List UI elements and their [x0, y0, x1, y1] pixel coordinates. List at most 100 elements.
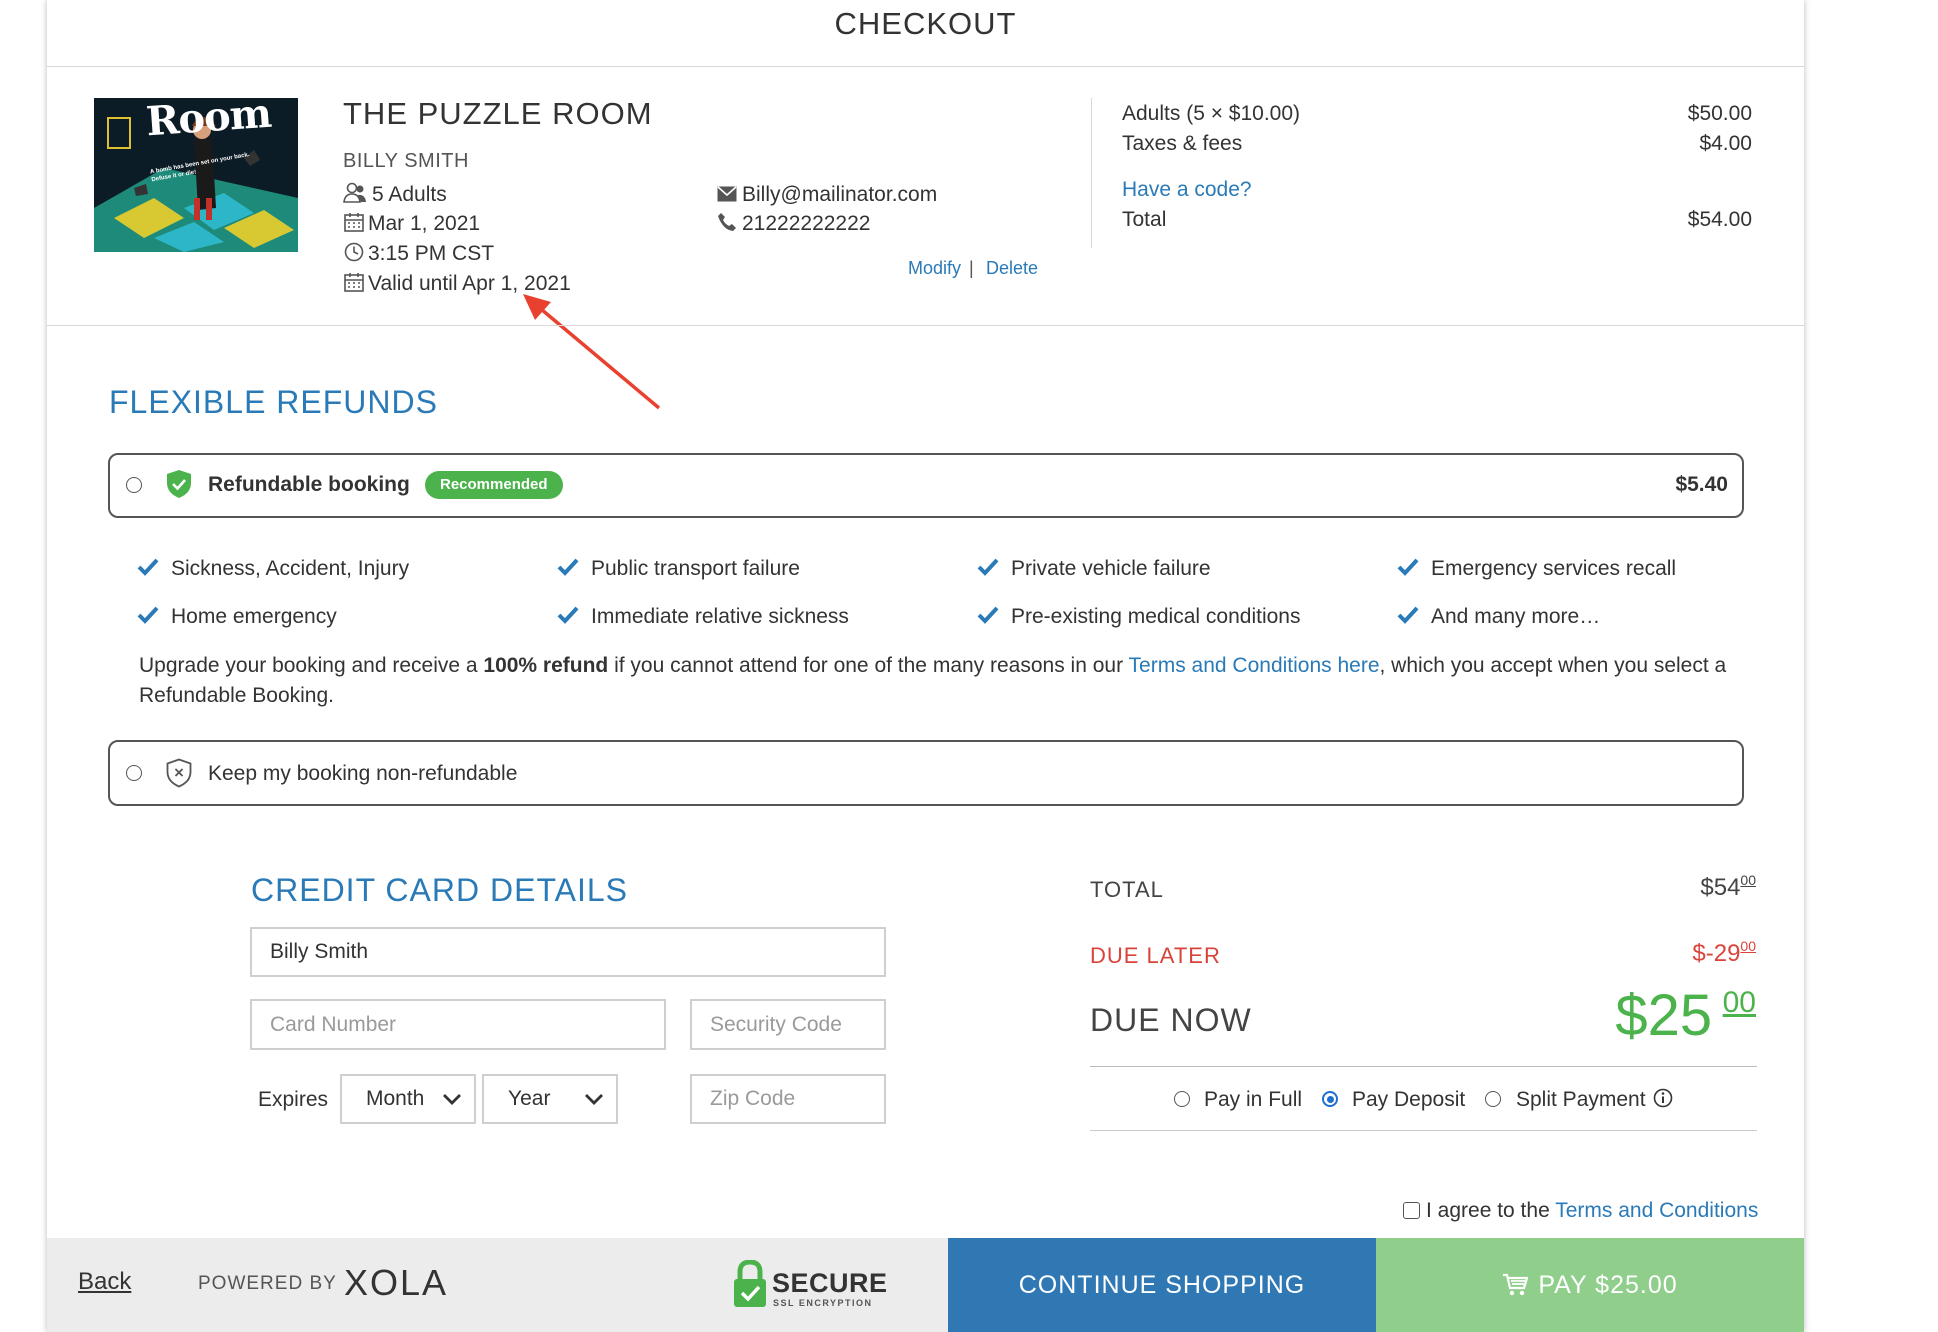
check-icon [1397, 606, 1419, 624]
feature-item: Pre-existing medical conditions [1011, 605, 1301, 628]
nonrefundable-radio[interactable] [126, 765, 142, 781]
customer-email: Billy@mailinator.com [742, 183, 938, 206]
agree-checkbox[interactable] [1403, 1202, 1420, 1219]
chevron-down-icon [443, 1094, 461, 1105]
checkout-footer: Back POWERED BY XOLA SECURE SSL ENCRYPTI… [47, 1238, 1804, 1332]
pay-full-radio[interactable] [1174, 1091, 1190, 1107]
pay-button[interactable]: PAY $25.00 [1376, 1238, 1804, 1332]
security-code-input[interactable] [690, 999, 886, 1050]
payment-options-divider [1090, 1130, 1757, 1131]
guest-count: 5 Adults [372, 183, 447, 206]
calendar-valid-icon [344, 272, 364, 292]
link-separator: | [969, 258, 974, 278]
check-icon [557, 606, 579, 624]
refundable-option[interactable]: Refundable booking Recommended $5.40 [108, 453, 1744, 518]
agree-text: I agree to the Terms and Conditions [1426, 1199, 1758, 1223]
refund-desc-part3: , which you accept when you select a [1379, 654, 1727, 677]
check-icon [557, 558, 579, 576]
total-amount: $5400 [1700, 872, 1756, 902]
experience-image: Room A bomb has been set on your back. D… [94, 98, 298, 252]
year-select-value: Year [508, 1087, 551, 1110]
powered-by-label: POWERED BY [198, 1273, 337, 1294]
refund-desc-part1: Upgrade your booking and receive a [139, 654, 484, 677]
feature-item: Immediate relative sickness [591, 605, 849, 628]
summary-total-label: Total [1122, 208, 1167, 231]
refund-description: Upgrade your booking and receive a 100% … [139, 651, 1759, 711]
card-number-input[interactable] [250, 999, 666, 1050]
due-now-cents: 00 [1722, 986, 1756, 1019]
customer-name: BILLY SMITH [343, 150, 469, 172]
calendar-icon [344, 212, 364, 232]
refundable-label: Refundable booking [208, 473, 410, 496]
year-select[interactable]: Year [482, 1074, 618, 1124]
month-select-value: Month [366, 1087, 425, 1110]
due-later-main: $-29 [1692, 940, 1741, 967]
pay-full-label[interactable]: Pay in Full [1204, 1088, 1302, 1112]
refundable-radio[interactable] [126, 477, 142, 493]
feature-item: Private vehicle failure [1011, 557, 1211, 580]
phone-icon [717, 212, 737, 232]
experience-title: THE PUZZLE ROOM [343, 96, 653, 131]
booking-time: 3:15 PM CST [368, 242, 495, 265]
refund-desc-part2: if you cannot attend for one of the many… [608, 654, 1129, 677]
due-now-label: DUE NOW [1090, 1002, 1252, 1038]
refundable-price: $5.40 [1675, 473, 1728, 496]
total-amount-cents: 00 [1740, 872, 1756, 888]
continue-shopping-button[interactable]: CONTINUE SHOPPING [948, 1238, 1376, 1332]
refund-desc-bold: 100% refund [483, 654, 609, 677]
check-icon [137, 606, 159, 624]
check-icon [977, 558, 999, 576]
shield-x-icon [166, 758, 192, 788]
annotation-arrow [523, 294, 661, 410]
due-later-amount: $-2900 [1692, 938, 1756, 968]
refund-terms-link[interactable]: Terms and Conditions here [1129, 654, 1380, 677]
summary-taxes-value: $4.00 [1699, 132, 1752, 155]
booking-date: Mar 1, 2021 [368, 212, 481, 235]
users-icon [343, 182, 367, 204]
due-later-cents: 00 [1740, 938, 1756, 954]
secure-subtitle: SSL ENCRYPTION [773, 1298, 873, 1308]
recommended-badge: Recommended [425, 471, 563, 499]
split-payment-label[interactable]: Split Payment [1516, 1088, 1646, 1112]
zip-code-input[interactable] [690, 1074, 886, 1124]
agree-prefix: I agree to the [1426, 1199, 1556, 1222]
xola-logo: XOLA [344, 1262, 449, 1303]
cart-icon [1502, 1273, 1529, 1297]
nonrefundable-label: Keep my booking non-refundable [208, 762, 518, 785]
delete-link[interactable]: Delete [986, 258, 1038, 279]
feature-item: And many more… [1431, 605, 1601, 628]
due-now-main: $25 [1615, 983, 1713, 1048]
page-title: CHECKOUT [834, 6, 1017, 41]
check-icon [1397, 558, 1419, 576]
checkout-panel: CHECKOUT Room A bomb has been set on you… [47, 0, 1804, 1332]
month-select[interactable]: Month [340, 1074, 476, 1124]
have-code-link[interactable]: Have a code? [1122, 178, 1252, 202]
email-icon [717, 186, 737, 202]
info-icon[interactable] [1653, 1088, 1673, 1108]
total-label: TOTAL [1090, 877, 1164, 902]
due-now-amount: $25 00 [1615, 982, 1756, 1049]
cardholder-name-input[interactable] [250, 927, 886, 977]
nonrefundable-option[interactable]: Keep my booking non-refundable [108, 740, 1744, 806]
pay-deposit-label[interactable]: Pay Deposit [1352, 1088, 1465, 1112]
due-later-label: DUE LATER [1090, 943, 1221, 968]
modify-link[interactable]: Modify [908, 258, 961, 279]
page: CHECKOUT Room A bomb has been set on you… [0, 0, 1938, 1332]
chevron-down-icon [585, 1094, 603, 1105]
booking-divider [47, 325, 1804, 326]
check-icon [977, 606, 999, 624]
split-payment-radio[interactable] [1485, 1091, 1501, 1107]
feature-item: Sickness, Accident, Injury [171, 557, 410, 580]
back-link[interactable]: Back [78, 1268, 131, 1296]
pay-deposit-radio[interactable] [1322, 1091, 1338, 1107]
clock-icon [344, 242, 364, 262]
agree-terms-link[interactable]: Terms and Conditions [1555, 1199, 1758, 1222]
summary-divider [1091, 98, 1092, 248]
expires-label: Expires [258, 1088, 329, 1111]
feature-item: Emergency services recall [1431, 557, 1677, 580]
header-divider [47, 66, 1804, 67]
lock-icon [733, 1259, 767, 1308]
refunds-title: FLEXIBLE REFUNDS [109, 384, 438, 420]
summary-adults-value: $50.00 [1687, 102, 1752, 125]
summary-taxes-label: Taxes & fees [1122, 132, 1243, 155]
